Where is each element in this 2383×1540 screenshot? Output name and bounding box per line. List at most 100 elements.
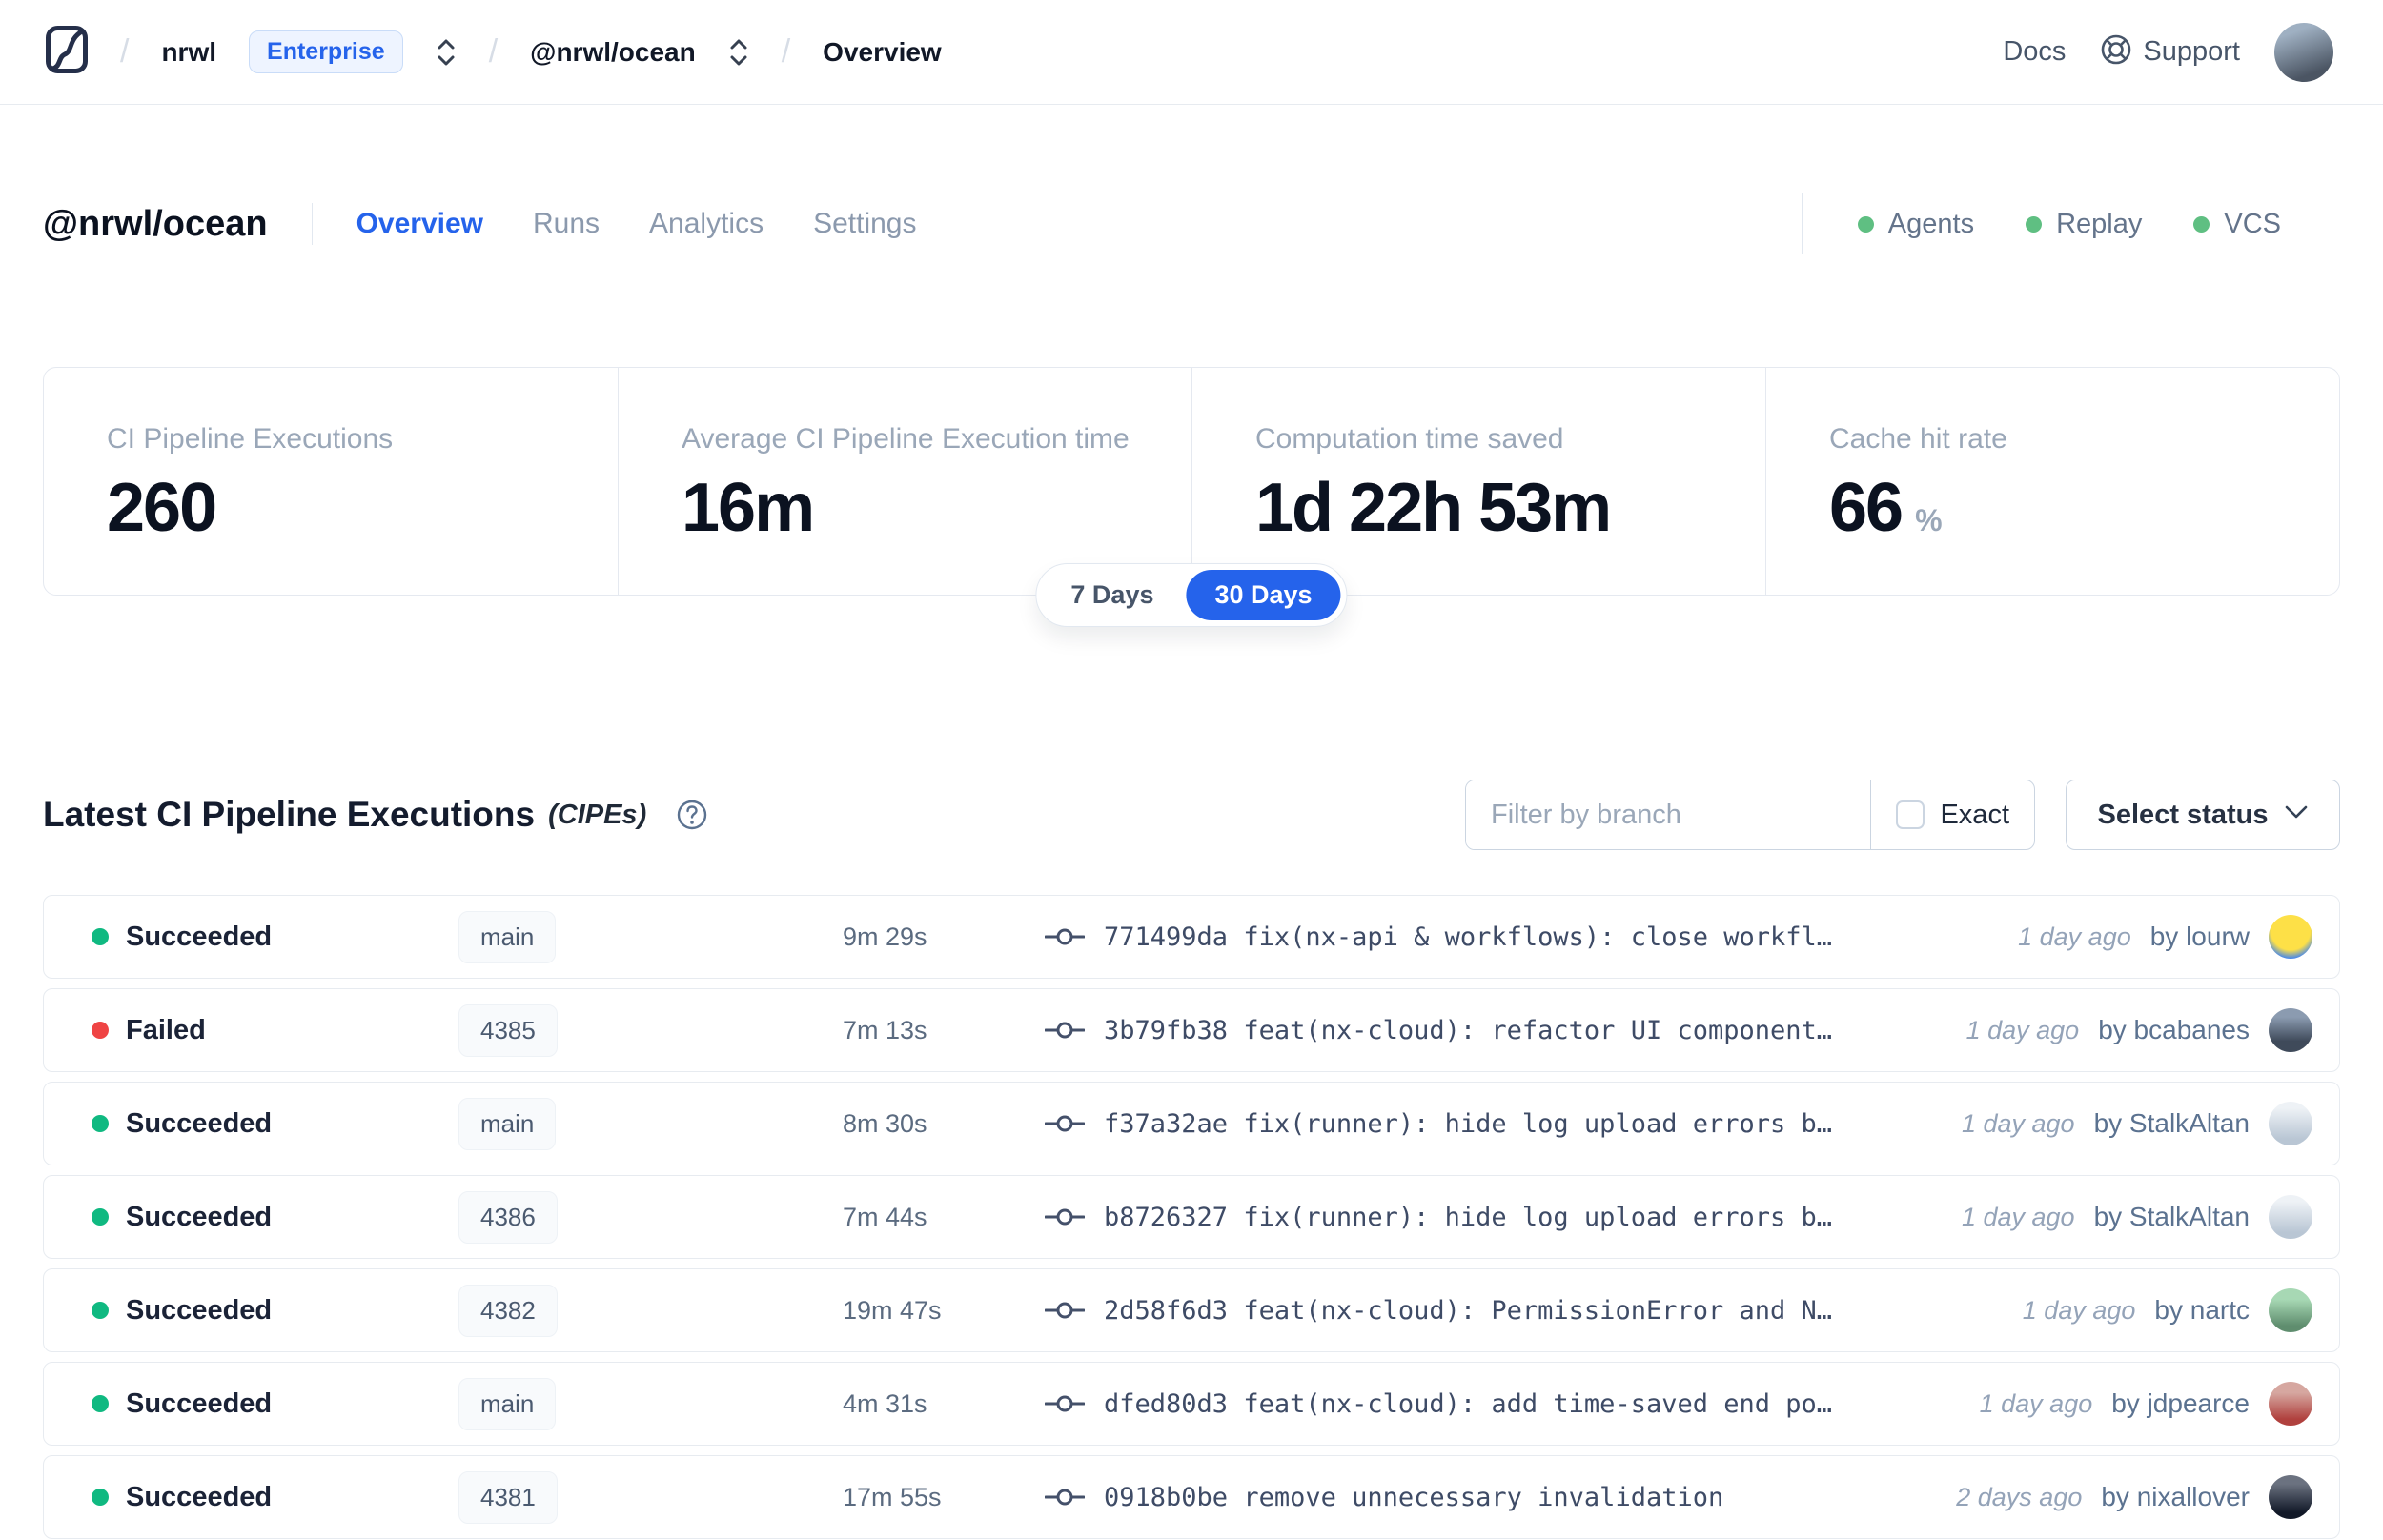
status-select-dropdown[interactable]: Select status bbox=[2066, 780, 2340, 850]
branch-filter-input[interactable] bbox=[1466, 780, 1871, 849]
branch-cell: 4385 bbox=[458, 1003, 843, 1057]
commit-text[interactable]: 3b79fb38 feat(nx-cloud): refactor UI com… bbox=[1104, 1016, 1832, 1045]
branch-badge[interactable]: main bbox=[458, 1377, 557, 1430]
commit-hash: 771499da bbox=[1104, 922, 1229, 952]
author-avatar[interactable] bbox=[2269, 1288, 2312, 1332]
status-cell: Failed bbox=[92, 1015, 458, 1046]
docs-link[interactable]: Docs bbox=[2003, 36, 2066, 68]
feature-status: Agents bbox=[1857, 209, 1974, 240]
status-label: Succeeded bbox=[126, 1201, 273, 1232]
branch-badge[interactable]: 4386 bbox=[458, 1190, 558, 1244]
commit-text[interactable]: 0918b0be remove unnecessary invalidation bbox=[1104, 1483, 1723, 1512]
commit-hash: dfed80d3 bbox=[1104, 1388, 1229, 1419]
branch-badge[interactable]: main bbox=[458, 910, 557, 963]
status-dot bbox=[2193, 215, 2210, 233]
cipe-row[interactable]: Succeeded 4381 17m 55s 0918b0be remove u… bbox=[43, 1455, 2340, 1539]
commit-text[interactable]: f37a32ae fix(runner): hide log upload er… bbox=[1104, 1109, 1832, 1139]
commit-cell: dfed80d3 feat(nx-cloud): add time-saved … bbox=[1045, 1389, 1951, 1419]
stat-value: 16m bbox=[682, 470, 815, 546]
user-avatar[interactable] bbox=[2274, 22, 2333, 82]
stat-value: 66 % bbox=[1829, 470, 1943, 546]
cipe-row[interactable]: Succeeded 4386 7m 44s b8726327 fix(runne… bbox=[43, 1175, 2340, 1259]
time-ago: 1 day ago bbox=[2018, 922, 2131, 951]
time-ago: 2 days ago bbox=[1956, 1482, 2083, 1511]
meta-cell: 1 day ago by bcabanes bbox=[1966, 1008, 2312, 1052]
tab[interactable]: Settings bbox=[813, 208, 916, 240]
status-dot bbox=[92, 1022, 109, 1039]
cipe-row[interactable]: Succeeded main 4m 31s dfed80d3 feat(nx-c… bbox=[43, 1362, 2340, 1446]
author: by bcabanes bbox=[2098, 1015, 2250, 1044]
branch-cell: main bbox=[458, 910, 843, 963]
workspace-switcher-chevrons-icon[interactable] bbox=[728, 36, 749, 69]
commit-message: fix(runner): hide log upload errors b… bbox=[1243, 1108, 1833, 1139]
stat-unit: % bbox=[1915, 503, 1943, 537]
divider bbox=[311, 203, 313, 245]
cipe-section-header: Latest CI Pipeline Executions (CIPEs) Ex… bbox=[43, 780, 2340, 850]
nx-cloud-logo-icon[interactable] bbox=[46, 26, 88, 78]
commit-hash: f37a32ae bbox=[1104, 1108, 1229, 1139]
author-avatar[interactable] bbox=[2269, 1382, 2312, 1426]
support-link[interactable]: Support bbox=[2100, 33, 2240, 71]
duration: 4m 31s bbox=[843, 1388, 927, 1418]
stat-value: 1d 22h 53m bbox=[1255, 470, 1612, 546]
commit-hash: 3b79fb38 bbox=[1104, 1015, 1229, 1045]
time-ago: 1 day ago bbox=[1961, 1202, 2075, 1231]
author-avatar[interactable] bbox=[2269, 1195, 2312, 1239]
stats-cards: CI Pipeline Executions 260 Average CI Pi… bbox=[43, 367, 2340, 596]
workspace-header: @nrwl/ocean Overview Runs Analytics Sett… bbox=[43, 188, 2340, 260]
author-avatar[interactable] bbox=[2269, 1475, 2312, 1519]
duration: 8m 30s bbox=[843, 1108, 927, 1138]
tab[interactable]: Analytics bbox=[649, 208, 764, 240]
commit-text[interactable]: 2d58f6d3 feat(nx-cloud): PermissionError… bbox=[1104, 1296, 1832, 1326]
cipe-list: Succeeded main 9m 29s 771499da fix(nx-ap… bbox=[43, 895, 2340, 1539]
tab[interactable]: Overview bbox=[356, 208, 483, 240]
status-dot bbox=[92, 1395, 109, 1412]
git-commit-icon bbox=[1045, 1299, 1085, 1322]
commit-message: feat(nx-cloud): refactor UI component… bbox=[1243, 1015, 1833, 1045]
git-commit-icon bbox=[1045, 1206, 1085, 1228]
branch-badge[interactable]: 4382 bbox=[458, 1284, 558, 1337]
date-range-option[interactable]: 30 Days bbox=[1186, 570, 1341, 620]
chevron-down-icon bbox=[2285, 805, 2308, 824]
commit-message: feat(nx-cloud): PermissionError and N… bbox=[1243, 1295, 1833, 1326]
cipe-row[interactable]: Failed 4385 7m 13s 3b79fb38 feat(nx-clou… bbox=[43, 988, 2340, 1072]
author-avatar[interactable] bbox=[2269, 915, 2312, 959]
breadcrumb-workspace[interactable]: @nrwl/ocean bbox=[530, 37, 696, 68]
author-avatar[interactable] bbox=[2269, 1102, 2312, 1145]
author: by StalkAltan bbox=[2093, 1108, 2250, 1138]
nav-actions: Docs Support bbox=[2003, 22, 2333, 82]
author-avatar[interactable] bbox=[2269, 1008, 2312, 1052]
commit-cell: b8726327 fix(runner): hide log upload er… bbox=[1045, 1203, 1933, 1232]
branch-badge[interactable]: 4381 bbox=[458, 1470, 558, 1524]
git-commit-icon bbox=[1045, 1112, 1085, 1135]
stat-label: CI Pipeline Executions bbox=[107, 423, 394, 455]
feature-status: Replay bbox=[2026, 209, 2142, 240]
commit-text[interactable]: dfed80d3 feat(nx-cloud): add time-saved … bbox=[1104, 1389, 1832, 1419]
commit-text[interactable]: 771499da fix(nx-api & workflows): close … bbox=[1104, 922, 1832, 952]
status-dot bbox=[2026, 215, 2043, 233]
commit-text[interactable]: b8726327 fix(runner): hide log upload er… bbox=[1104, 1203, 1832, 1232]
status-dot bbox=[92, 1489, 109, 1506]
stat-card: Computation time saved 1d 22h 53m bbox=[1192, 368, 1765, 595]
branch-badge[interactable]: 4385 bbox=[458, 1003, 558, 1057]
branch-badge[interactable]: main bbox=[458, 1097, 557, 1150]
help-icon[interactable] bbox=[675, 798, 709, 832]
stats-section: CI Pipeline Executions 260 Average CI Pi… bbox=[43, 367, 2340, 627]
commit-message: fix(nx-api & workflows): close workfl… bbox=[1243, 922, 1833, 952]
org-switcher-chevrons-icon[interactable] bbox=[436, 36, 457, 69]
enterprise-badge: Enterprise bbox=[249, 30, 403, 73]
cipe-row[interactable]: Succeeded 4382 19m 47s 2d58f6d3 feat(nx-… bbox=[43, 1268, 2340, 1352]
status-dot bbox=[92, 1115, 109, 1132]
top-nav: / nrwl Enterprise / @nrwl/ocean / Overvi… bbox=[0, 0, 2383, 105]
cipe-row[interactable]: Succeeded main 8m 30s f37a32ae fix(runne… bbox=[43, 1082, 2340, 1165]
exact-toggle[interactable]: Exact bbox=[1871, 800, 2034, 831]
stat-card: CI Pipeline Executions 260 bbox=[44, 368, 618, 595]
status-label: Succeeded bbox=[126, 1294, 273, 1326]
stat-label: Computation time saved bbox=[1255, 423, 1564, 455]
exact-checkbox[interactable] bbox=[1896, 800, 1925, 829]
branch-cell: main bbox=[458, 1377, 843, 1430]
tab[interactable]: Runs bbox=[533, 208, 600, 240]
breadcrumb-org[interactable]: nrwl bbox=[161, 37, 216, 68]
cipe-row[interactable]: Succeeded main 9m 29s 771499da fix(nx-ap… bbox=[43, 895, 2340, 979]
date-range-option[interactable]: 7 Days bbox=[1042, 570, 1182, 620]
